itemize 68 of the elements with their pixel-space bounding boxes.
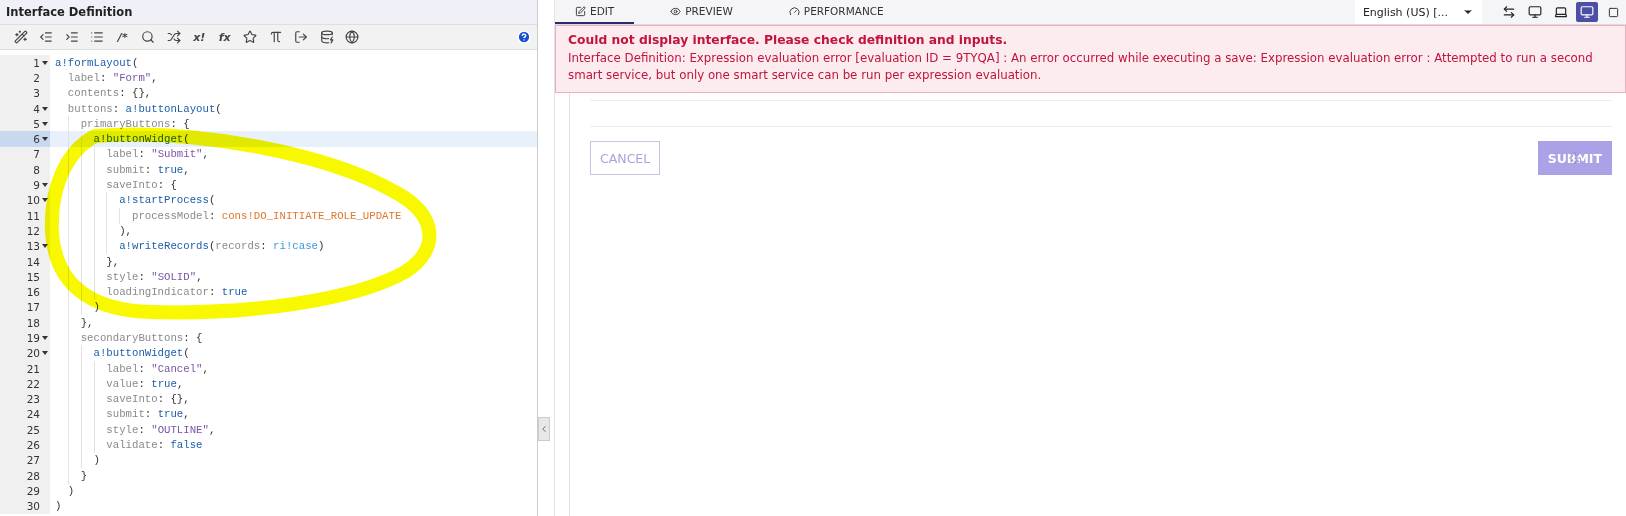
- tab[interactable]: PERFORMANCE: [768, 0, 904, 24]
- code-line: submit: true,: [55, 408, 190, 421]
- panel-title: Interface Definition: [6, 5, 133, 19]
- code-line: saveInto: {},: [55, 393, 190, 406]
- code-line: a!formLayout(: [55, 56, 139, 69]
- locale-dropdown[interactable]: English (US) [...: [1354, 0, 1482, 24]
- code-line: processModel: cons!DO_INITIATE_ROLE_UPDATE: [55, 209, 402, 222]
- line-number: 8: [33, 163, 40, 176]
- code-line: ): [55, 500, 62, 513]
- code-line: label: "Form",: [66, 71, 158, 84]
- code-line: a!startProcess(: [55, 194, 216, 207]
- line-number: 22: [26, 377, 40, 390]
- code-line: ): [55, 454, 100, 467]
- code-line: },: [55, 316, 94, 329]
- error-message: Interface Definition: Expression evaluation error [evaluation ID = 9TYQA] : An error occurred while executing a save: Expression evaluation error : Attempted to run a second smart service, but only one smart service can be run per expression evaluation.: [568, 50, 1594, 84]
- code-line: contents: {},: [66, 87, 152, 100]
- line-number: 12: [26, 224, 40, 237]
- code-line: secondaryButtons: {: [55, 332, 203, 344]
- code-line: ),: [55, 224, 132, 237]
- line-number: 24: [26, 408, 40, 421]
- line-number: 3: [33, 87, 40, 100]
- line-number: 4: [33, 102, 40, 115]
- code-line: a!writeRecords(records: ri!case): [55, 240, 325, 253]
- toolbar-button[interactable]: x!: [186, 27, 212, 47]
- code-line: buttons: a!buttonLayout(: [66, 102, 222, 115]
- code-line: }: [55, 469, 88, 482]
- code-line: ): [55, 301, 100, 314]
- line-number: 29: [26, 484, 40, 497]
- line-number: 19: [26, 332, 40, 344]
- line-number: 18: [26, 316, 40, 329]
- code-line: saveInto: {: [55, 179, 177, 191]
- toolbar-button[interactable]: /*: [110, 27, 136, 47]
- toolbar-button[interactable]: fx: [212, 27, 238, 47]
- line-number: 2: [33, 71, 40, 84]
- code-line: style: "SOLID",: [55, 270, 203, 283]
- error-title: Could not display interface. Please check definition and inputs.: [568, 33, 1009, 47]
- code-line: loadingIndicator: true: [55, 286, 248, 299]
- line-number: 26: [26, 439, 40, 452]
- line-number: 1: [33, 56, 40, 69]
- line-number: 6: [33, 133, 40, 146]
- line-number: 5: [33, 117, 40, 130]
- line-number: 21: [26, 362, 40, 375]
- code-line: style: "OUTLINE",: [55, 423, 216, 436]
- line-number: 20: [26, 347, 40, 360]
- line-number: 7: [33, 148, 40, 161]
- line-number: 14: [26, 255, 40, 268]
- line-number: 27: [26, 454, 40, 467]
- line-number: 13: [26, 240, 40, 253]
- tab[interactable]: PREVIEW: [650, 0, 753, 24]
- code-line: primaryButtons: {: [55, 117, 190, 130]
- code-line: ): [66, 484, 75, 497]
- code-line: a!buttonWidget(: [55, 347, 190, 360]
- code-line: validate: false: [55, 439, 203, 452]
- line-number: 10: [26, 194, 40, 207]
- line-number: 11: [26, 209, 40, 222]
- line-number: 17: [26, 301, 40, 314]
- code-line: label: "Cancel",: [55, 362, 209, 375]
- code-line: submit: true,: [55, 163, 190, 176]
- line-number: 30: [26, 500, 40, 513]
- line-number: 9: [33, 179, 40, 191]
- line-number: 25: [26, 423, 40, 436]
- line-number: 23: [26, 393, 40, 406]
- code-line: },: [55, 255, 120, 268]
- code-line: label: "Submit",: [55, 148, 209, 161]
- line-number: 15: [26, 270, 40, 283]
- line-number: 28: [26, 469, 40, 482]
- code-line: value: true,: [55, 377, 184, 390]
- line-number: 16: [26, 286, 40, 299]
